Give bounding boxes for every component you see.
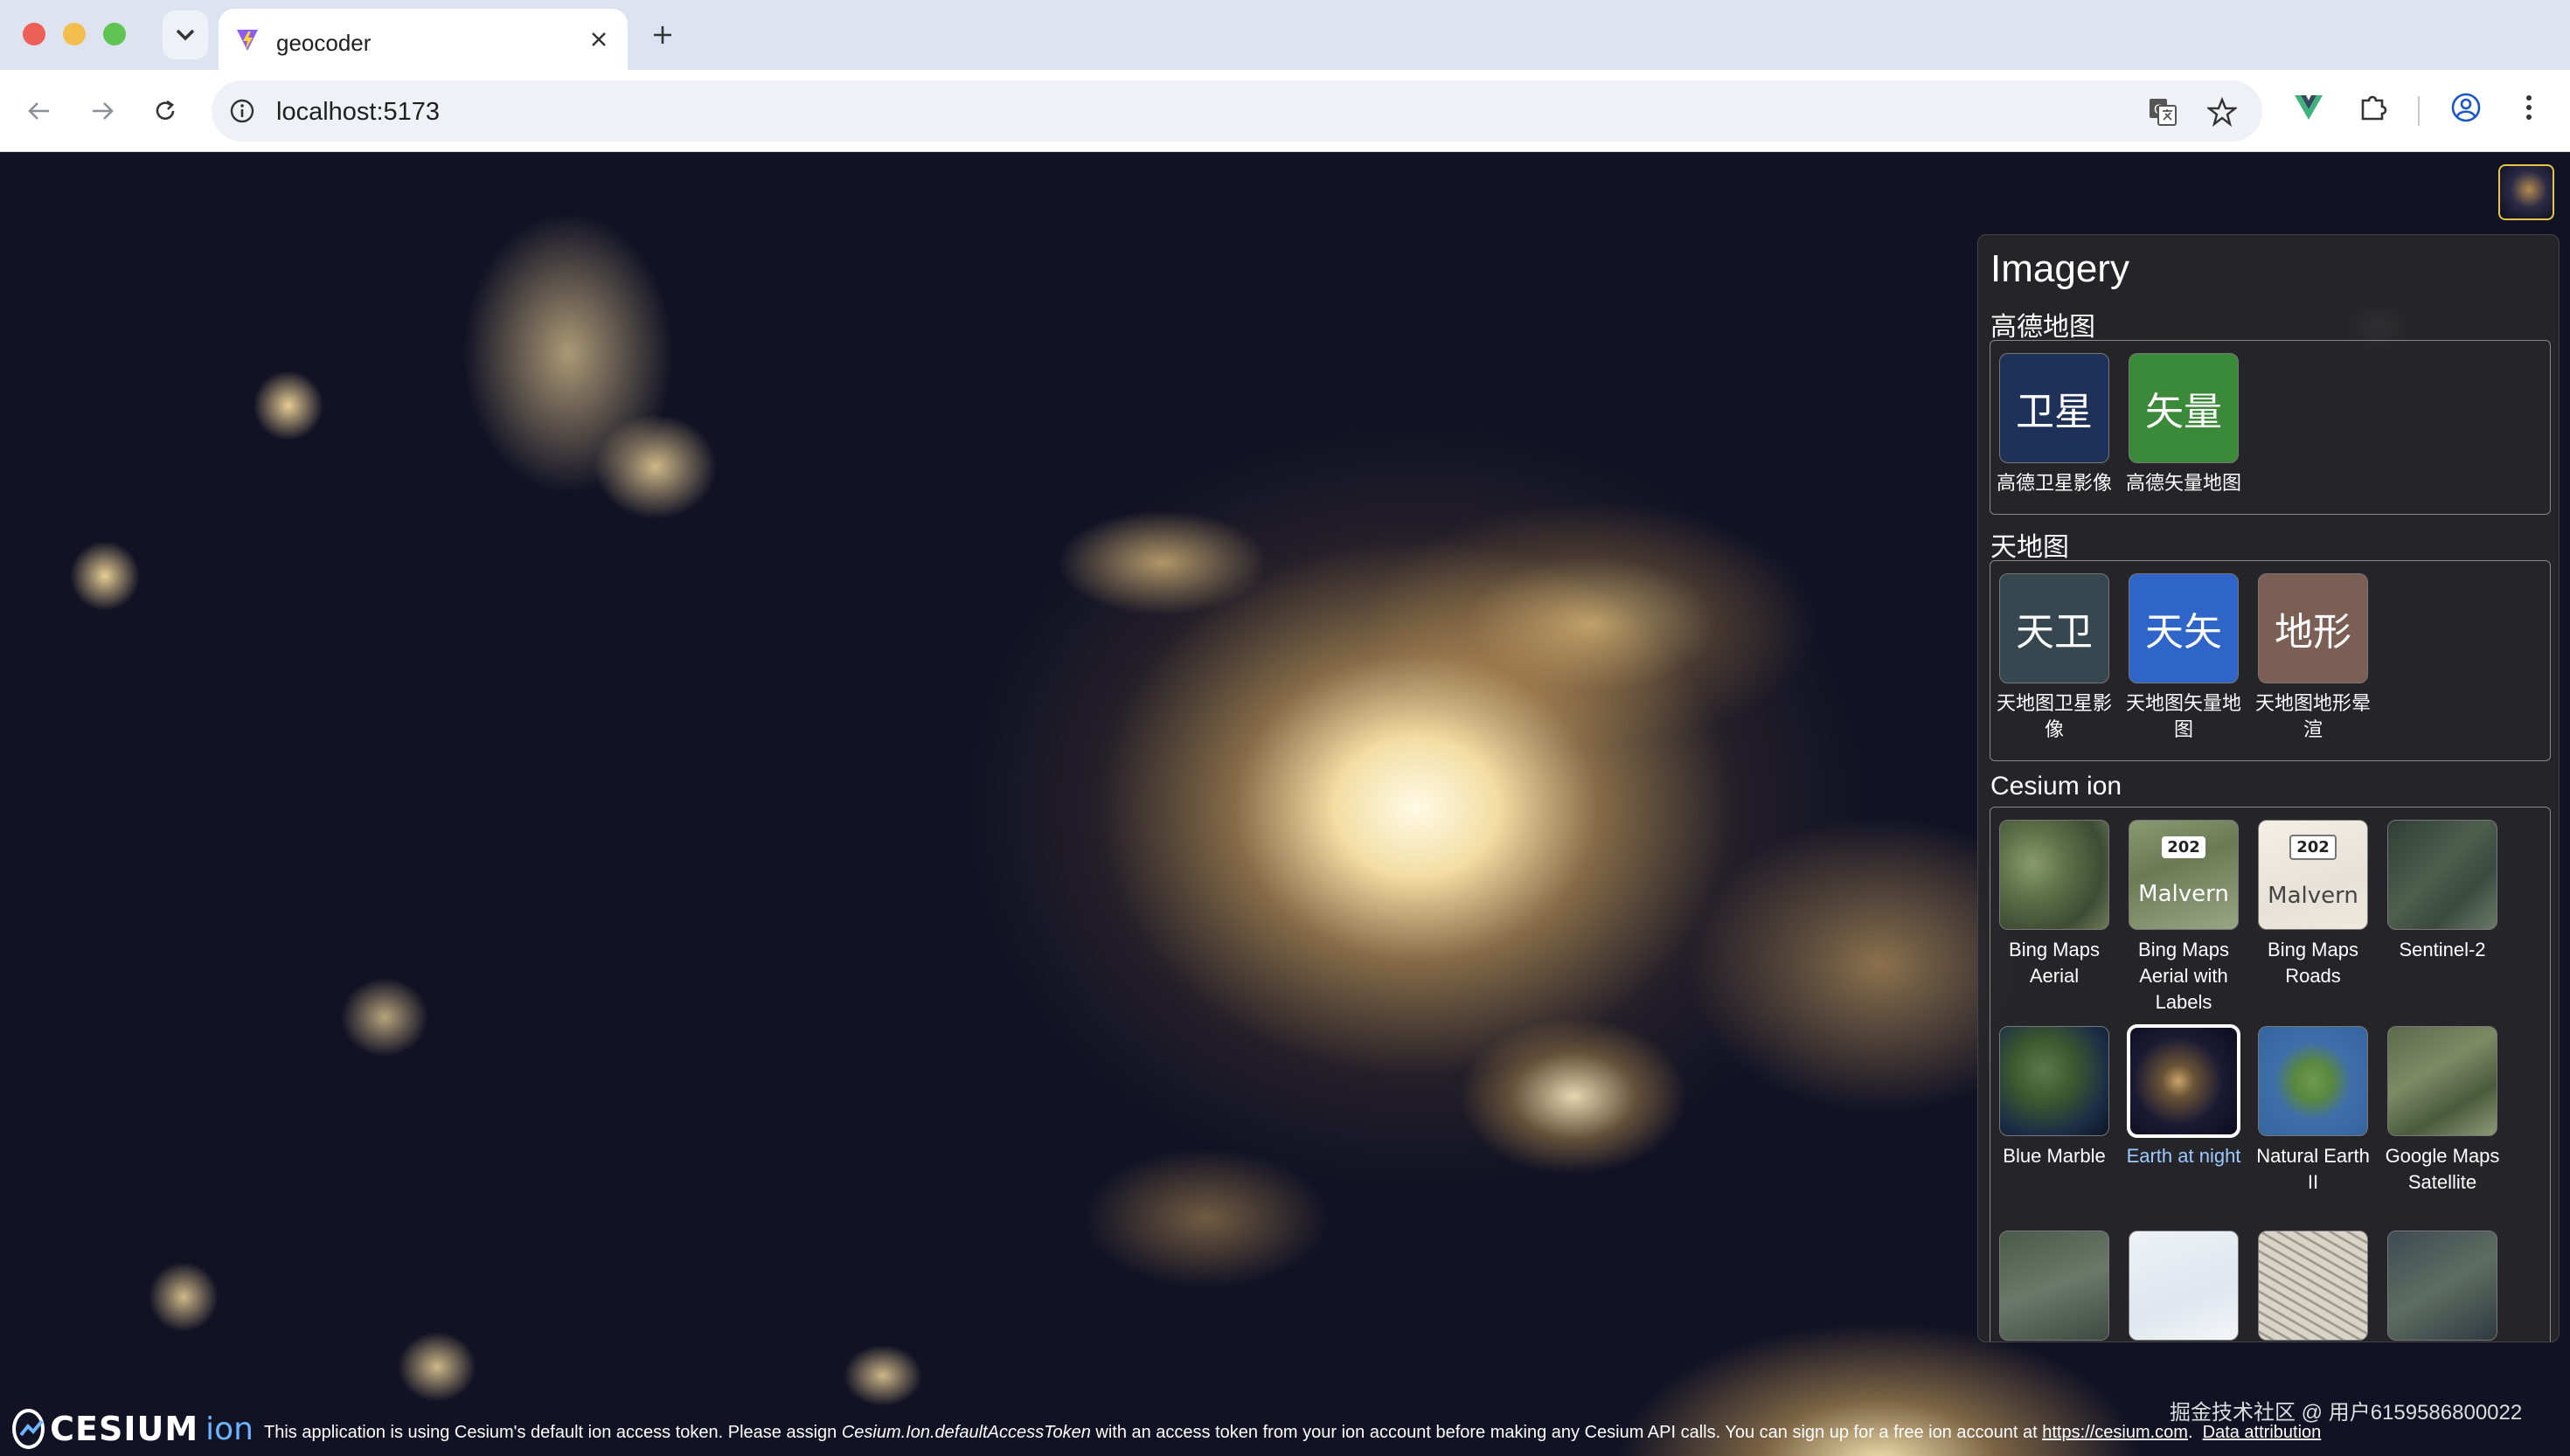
credit-message-part1: This application is using Cesium's defau… [264, 1423, 842, 1442]
item-label: Bing Maps Aerial with Labels [2138, 939, 2229, 1013]
item-label: Bing Maps Aerial [2009, 939, 2100, 987]
close-tab-icon[interactable] [586, 26, 612, 52]
thumb-place-label: Malvern [2268, 882, 2358, 909]
route-shield: 202 [2289, 834, 2337, 860]
category-title-tianditu: 天地图 [1990, 533, 2069, 562]
item-label: Sentinel-2 [2399, 939, 2486, 960]
site-info-icon[interactable] [224, 93, 260, 129]
chevron-down-icon [176, 29, 195, 41]
browser-tab-active[interactable]: geocoder [219, 9, 628, 70]
thumbnail[interactable]: 地形 [2258, 573, 2368, 683]
cesium-ion-logo[interactable]: CESIUM ion [12, 1409, 254, 1449]
zoom-window-button[interactable] [103, 23, 126, 45]
translate-icon[interactable]: G [2145, 94, 2180, 129]
tab-title: geocoder [276, 30, 372, 56]
thumbnail[interactable] [1999, 1026, 2109, 1136]
thumbnail[interactable]: 202 Malvern [2129, 820, 2239, 930]
item-label: Natural Earth II [2256, 1145, 2370, 1193]
more-menu-icon[interactable] [2511, 89, 2547, 126]
thumbnail[interactable] [2387, 1026, 2497, 1136]
credit-period: . [2187, 1423, 2193, 1442]
item-label: 天地图卫星影像 [1996, 692, 2112, 740]
url-text[interactable]: localhost:5173 [276, 98, 440, 127]
reload-button[interactable] [145, 91, 185, 131]
browser-toolbar: localhost:5173 G [0, 70, 2570, 152]
profile-icon[interactable] [2448, 89, 2484, 126]
item-label: 天地图地形晕渲 [2254, 692, 2371, 740]
logo-text: CESIUM [50, 1410, 199, 1448]
plus-icon [654, 26, 671, 44]
thumbnail[interactable]: 天矢 [2129, 573, 2239, 683]
thumbnail[interactable] [2258, 1026, 2368, 1136]
item-label: 天地图矢量地图 [2125, 692, 2241, 740]
item-label: Bing Maps Roads [2268, 939, 2358, 987]
category-box-cesium-ion: Bing Maps Aerial 202 Malvern Bing Maps A… [1990, 807, 2551, 1342]
thumbnail[interactable] [1999, 1231, 2109, 1341]
thumbnail[interactable]: 202 Malvern [2258, 820, 2368, 930]
cesium-link[interactable]: https://cesium.com [2042, 1423, 2188, 1442]
extensions-icon[interactable] [2355, 89, 2392, 126]
credit-message: This application is using Cesium's defau… [264, 1423, 2321, 1443]
vue-devtools-icon[interactable] [2290, 89, 2327, 126]
thumbnail[interactable]: 天卫 [1999, 573, 2109, 683]
thumb-place-label: Malvern [2138, 880, 2229, 907]
credit-bar: CESIUM ion This application is using Ces… [0, 1400, 2570, 1456]
thumbnail[interactable] [2127, 1024, 2240, 1138]
thumbnail[interactable] [2387, 820, 2497, 930]
cesium-logo-icon [12, 1409, 45, 1449]
thumbnail[interactable] [2258, 1231, 2368, 1341]
arrow-left-icon [28, 102, 49, 120]
vite-icon [237, 30, 258, 51]
category-title-gaode: 高德地图 [1990, 313, 2095, 342]
thumbnail[interactable] [2129, 1231, 2239, 1341]
toolbar-divider [2418, 96, 2420, 126]
thumbnail[interactable]: 矢量 [2129, 353, 2239, 463]
item-label: Earth at night [2126, 1145, 2241, 1167]
imagery-picker-panel: Imagery 高德地图 卫星 高德卫星影像 矢量 高德矢量地图 天地图 天卫 … [1977, 234, 2560, 1342]
item-label: Blue Marble [2003, 1145, 2106, 1167]
panel-title: Imagery [1990, 247, 2129, 290]
back-button[interactable] [19, 91, 59, 131]
category-title-cesium-ion: Cesium ion [1990, 772, 2122, 801]
credit-message-part2: with an access token from your ion accou… [1090, 1423, 2043, 1442]
thumbnail[interactable] [2387, 1231, 2497, 1341]
base-layer-picker-button[interactable] [2498, 164, 2554, 220]
new-tab-button[interactable] [645, 17, 680, 52]
item-label: 高德矢量地图 [2125, 472, 2241, 494]
reload-icon [156, 100, 175, 120]
credit-message-code: Cesium.Ion.defaultAccessToken [841, 1423, 1091, 1442]
route-shield: 202 [2162, 835, 2205, 858]
address-bar[interactable]: localhost:5173 G [212, 80, 2262, 142]
item-label: Google Maps Satellite [2385, 1145, 2500, 1193]
minimize-window-button[interactable] [63, 23, 86, 45]
thumbnail[interactable] [1999, 820, 2109, 930]
forward-button[interactable] [82, 91, 122, 131]
category-box-tianditu: 天卫 天地图卫星影像 天矢 天地图矢量地图 地形 天地图地形晕渲 [1990, 560, 2551, 761]
category-box-gaode: 卫星 高德卫星影像 矢量 高德矢量地图 [1990, 340, 2551, 515]
browser-tab-strip: geocoder [0, 0, 2570, 70]
data-attribution-link[interactable]: Data attribution [2203, 1423, 2322, 1442]
logo-ion-text: ion [205, 1411, 254, 1447]
close-window-button[interactable] [23, 23, 45, 45]
arrow-right-icon [93, 102, 114, 120]
tab-search-button[interactable] [163, 10, 208, 59]
thumbnail[interactable]: 卫星 [1999, 353, 2109, 463]
bookmark-star-icon[interactable] [2205, 94, 2240, 129]
item-label: 高德卫星影像 [1996, 472, 2112, 494]
